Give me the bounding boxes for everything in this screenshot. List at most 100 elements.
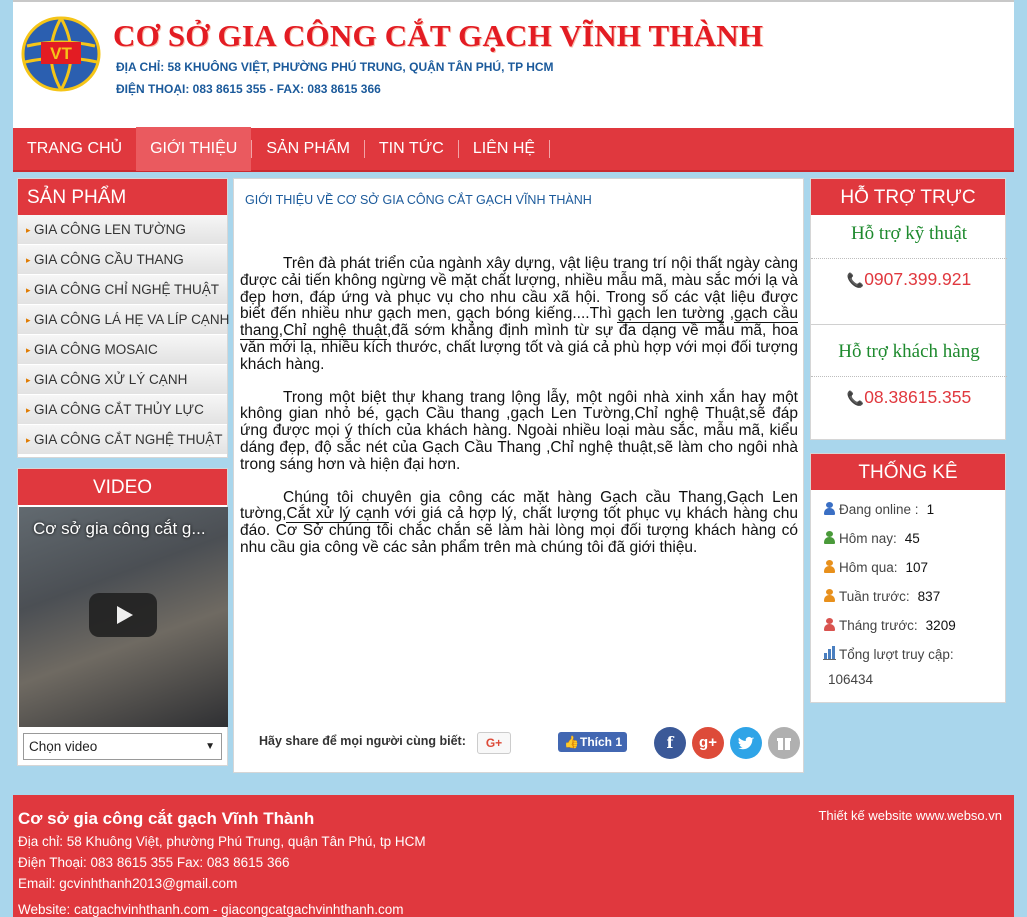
product-item-label: GIA CÔNG CẦU THANG — [34, 252, 184, 267]
customer-support-title: Hỗ trợ khách hàng — [838, 341, 980, 362]
twitter-share-icon[interactable] — [730, 727, 762, 759]
main-nav: TRANG CHỦ GIỚI THIỆU SẢN PHẨM TIN TỨC LI… — [13, 127, 1014, 172]
bullet-icon: ▸ — [26, 345, 31, 355]
product-item[interactable]: ▸ GIA CÔNG CẦU THANG — [18, 245, 227, 275]
nav-item-news[interactable]: TIN TỨC — [365, 127, 458, 171]
main-content: GIỚI THIỆU VỀ CƠ SỞ GIA CÔNG CẮT GẠCH VĨ… — [233, 178, 804, 773]
bullet-icon: ▸ — [26, 405, 31, 415]
video-heading: VIDEO — [18, 469, 227, 505]
site-title[interactable]: CƠ SỞ GIA CÔNG CẮT GẠCH VĨNH THÀNH — [113, 18, 763, 54]
video-select[interactable]: Chọn video ▼ — [23, 733, 222, 760]
user-last-week-icon — [823, 589, 836, 602]
product-item[interactable]: ▸ GIA CÔNG CHỈ NGHỆ THUẬT — [18, 275, 227, 305]
link-gach-len-tuong[interactable]: gạch len tường — [617, 305, 725, 324]
nav-item-home[interactable]: TRANG CHỦ — [13, 127, 136, 171]
online-support-box: HỖ TRỢ TRỰC TUYẾN Hỗ trợ kỹ thuật 📞0907.… — [810, 178, 1007, 440]
tech-support-phone[interactable]: 📞0907.399.921 — [811, 269, 1007, 290]
header-address: ĐỊA CHỈ: 58 KHUÔNG VIỆT, PHƯỜNG PHÚ TRUN… — [116, 60, 554, 74]
footer-company-name: Cơ sở gia công cắt gạch Vĩnh Thành — [18, 809, 315, 828]
video-sidebar: VIDEO Cơ sở gia công cắt g... Chọn video… — [17, 468, 228, 766]
nav-item-about[interactable]: GIỚI THIỆU — [136, 127, 252, 171]
divider — [811, 258, 1007, 259]
product-item[interactable]: ▸ GIA CÔNG XỬ LÝ CẠNH — [18, 365, 227, 395]
play-icon[interactable] — [89, 593, 157, 637]
content-title: GIỚI THIỆU VỀ CƠ SỞ GIA CÔNG CẮT GẠCH VĨ… — [245, 193, 592, 207]
product-item[interactable]: ▸ GIA CÔNG CẮT THỦY LỰC — [18, 395, 227, 425]
divider — [811, 324, 1007, 325]
video-player[interactable]: Cơ sở gia công cắt g... — [19, 507, 228, 727]
video-select-value: Chọn video — [29, 739, 98, 754]
article-paragraph: Chúng tôi chuyên gia công các mặt hàng G… — [240, 488, 798, 556]
article-body: Trên đà phát triển của ngành xây dựng, v… — [240, 255, 798, 573]
stat-online: Đang online :1 — [823, 502, 934, 517]
logo-globe-icon[interactable]: VT — [21, 16, 101, 92]
article-paragraph: Trong một biệt thự khang trang lộng lẫy,… — [240, 388, 798, 473]
stat-yesterday: Hôm qua: 107 — [823, 560, 928, 575]
thumbs-up-icon: 👍 — [564, 735, 579, 749]
more-share-icon[interactable] — [768, 727, 800, 759]
product-item-label: GIA CÔNG CHỈ NGHỆ THUẬT — [34, 282, 220, 297]
bullet-icon: ▸ — [26, 285, 31, 295]
gift-icon — [777, 738, 791, 750]
bullet-icon: ▸ — [26, 255, 31, 265]
divider — [811, 376, 1007, 377]
phone-icon: 📞 — [846, 272, 865, 288]
product-item-label: GIA CÔNG XỬ LÝ CẠNH — [34, 372, 188, 387]
google-plus-share-icon[interactable]: g+ — [692, 727, 724, 759]
user-last-month-icon — [823, 618, 836, 631]
footer-credit-link[interactable]: Thiết kế website www.webso.vn — [818, 808, 1002, 823]
user-yesterday-icon — [823, 560, 836, 573]
facebook-like-button[interactable]: 👍 Thích 1 — [558, 732, 627, 752]
video-title[interactable]: Cơ sở gia công cắt g... — [33, 519, 206, 539]
bullet-icon: ▸ — [26, 435, 31, 445]
footer: Cơ sở gia công cắt gạch Vĩnh Thành Địa c… — [13, 795, 1014, 917]
product-item-label: GIA CÔNG LEN TƯỜNG — [34, 222, 186, 237]
stat-last-month: Tháng trước: 3209 — [823, 618, 956, 633]
products-heading: SẢN PHẨM — [18, 179, 227, 215]
google-plus-share-button[interactable]: G+ — [477, 732, 511, 754]
bullet-icon: ▸ — [26, 375, 31, 385]
tech-support-title: Hỗ trợ kỹ thuật — [850, 223, 968, 244]
stats-heading: THỐNG KÊ — [811, 454, 1005, 490]
product-item[interactable]: ▸ GIA CÔNG MOSAIC — [18, 335, 227, 365]
caret-down-icon: ▼ — [205, 741, 215, 752]
product-item[interactable]: ▸ GIA CÔNG LÁ HẸ VA LÍP CẠNH — [18, 305, 230, 335]
customer-support-phone[interactable]: 📞08.38615.355 — [811, 387, 1007, 408]
page: VT CƠ SỞ GIA CÔNG CẮT GẠCH VĨNH THÀNH ĐỊ… — [13, 0, 1014, 917]
footer-address: Địa chỉ: 58 Khuông Việt, phường Phú Trun… — [18, 834, 426, 849]
share-label: Hãy share để mọi người cùng biết: — [259, 734, 466, 748]
svg-text:VT: VT — [50, 44, 72, 63]
stat-total: Tổng lượt truy cập: — [823, 646, 954, 662]
stat-total-value: 106434 — [828, 672, 874, 687]
stat-last-week: Tuần trước: 837 — [823, 589, 940, 604]
article-paragraph: Trên đà phát triển của ngành xây dựng, v… — [240, 255, 798, 373]
product-item-label: GIA CÔNG CẮT THỦY LỰC — [34, 402, 204, 417]
footer-website[interactable]: Website: catgachvinhthanh.com - giacongc… — [18, 902, 403, 917]
phone-icon: 📞 — [846, 390, 865, 406]
products-sidebar: SẢN PHẨM ▸ GIA CÔNG LEN TƯỜNG ▸ GIA CÔNG C… — [17, 178, 230, 458]
header-phone: ĐIỆN THOẠI: 083 8615 355 - FAX: 083 8615… — [116, 82, 381, 96]
statistics-box: THỐNG KÊ Đang online :1 Hôm nay: 45 Hôm q… — [810, 453, 1006, 703]
bullet-icon: ▸ — [26, 225, 31, 235]
nav-item-products[interactable]: SẢN PHẨM — [252, 127, 364, 171]
bar-chart-icon — [823, 646, 836, 660]
header: VT CƠ SỞ GIA CÔNG CẮT GẠCH VĨNH THÀNH ĐỊ… — [13, 0, 1014, 128]
link-chi-nghe-thuat[interactable]: Chỉ nghệ thuật — [283, 322, 387, 341]
nav-item-contact[interactable]: LIÊN HỆ — [459, 127, 549, 171]
support-heading: HỖ TRỢ TRỰC TUYẾN — [811, 179, 1005, 246]
facebook-like-label: Thích 1 — [580, 735, 623, 749]
nav-separator — [549, 140, 551, 158]
footer-phone: Điện Thoại: 083 8615 355 Fax: 083 8615 3… — [18, 855, 290, 870]
bullet-icon: ▸ — [26, 315, 31, 325]
footer-email[interactable]: Email: gcvinhthanh2013@gmail.com — [18, 876, 237, 891]
link-cat-xu-ly-canh[interactable]: Cắt xử lý cạnh — [286, 505, 390, 524]
product-item-label: GIA CÔNG LÁ HẸ VA LÍP CẠNH — [34, 312, 230, 327]
product-item[interactable]: ▸ GIA CÔNG LEN TƯỜNG — [18, 215, 227, 245]
user-today-icon — [823, 531, 836, 544]
product-item[interactable]: ▸ GIA CÔNG CẮT NGHỆ THUẬT — [18, 425, 227, 455]
stat-today: Hôm nay: 45 — [823, 531, 920, 546]
product-item-label: GIA CÔNG MOSAIC — [34, 342, 158, 357]
user-online-icon — [823, 502, 836, 515]
facebook-share-icon[interactable]: f — [654, 727, 686, 759]
twitter-bird-icon — [738, 736, 754, 750]
